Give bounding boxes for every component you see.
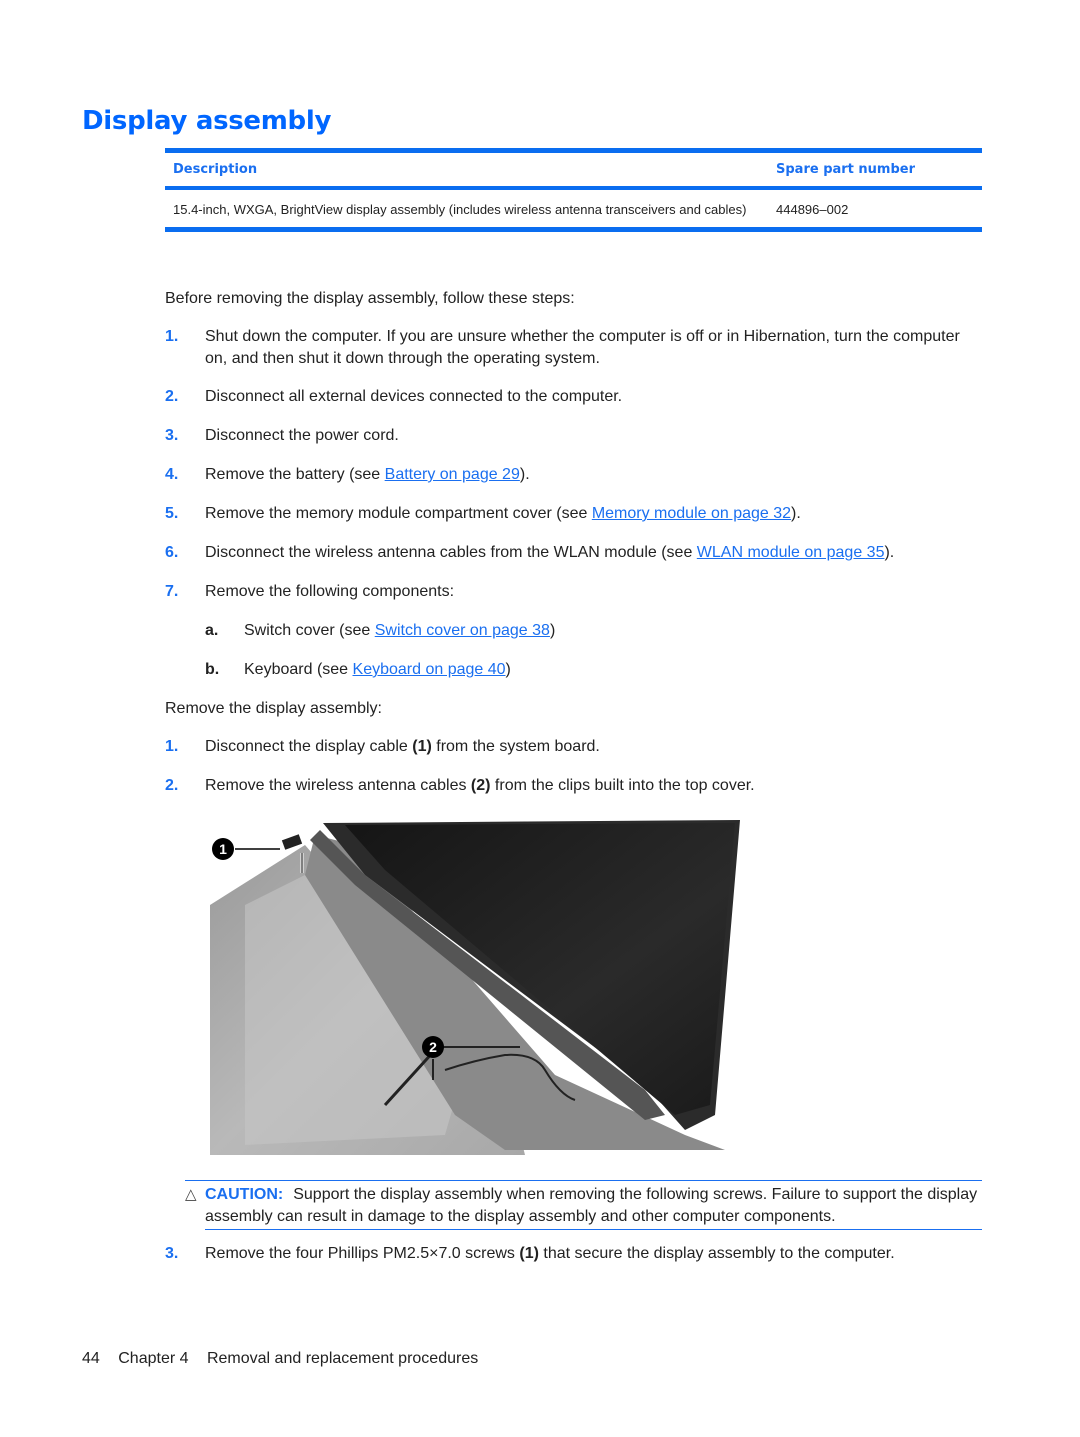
step-number: 7. (165, 583, 179, 600)
table-rule-bottom (165, 227, 982, 232)
intro-text: Before removing the display assembly, fo… (165, 290, 575, 307)
step-text: Disconnect all external devices connecte… (205, 388, 623, 405)
text-segment: Disconnect the display cable (205, 738, 413, 755)
cell-part-number: 444896–002 (776, 202, 849, 217)
prep-step-3: 3. Disconnect the power cord. (165, 425, 985, 447)
caution-triangle-icon: △ (185, 1186, 197, 1203)
step-number: 2. (165, 777, 179, 794)
page-number: 44 (82, 1350, 100, 1367)
laptop-illustration: 1 2 (210, 820, 740, 1155)
link-memory-module[interactable]: Memory module on page 32 (592, 505, 791, 522)
step-text: Shut down the computer. If you are unsur… (205, 328, 960, 367)
prep-step-4: 4. Remove the battery (see Battery on pa… (165, 464, 985, 486)
link-keyboard[interactable]: Keyboard on page 40 (353, 661, 506, 678)
text-segment: ) (505, 661, 511, 678)
text-segment: that secure the display assembly to the … (538, 1245, 895, 1262)
callout-ref: (2) (470, 777, 491, 794)
step-text: Disconnect the power cord. (205, 427, 399, 444)
caution-content: △ CAUTION: Support the display assembly w… (185, 1181, 982, 1228)
prep-step-5: 5. Remove the memory module compartment … (165, 503, 985, 525)
page-footer: 44 Chapter 4 Removal and replacement pro… (82, 1350, 492, 1368)
table-header-row: Description Spare part number (165, 153, 982, 186)
step-text: Remove the battery (see Battery on page … (205, 464, 530, 486)
remove-intro-text: Remove the display assembly: (165, 700, 382, 717)
text-segment: from the clips built into the top cover. (490, 777, 755, 794)
prep-step-1: 1. Shut down the computer. If you are un… (165, 326, 985, 370)
text-segment: Switch cover (see (244, 622, 375, 639)
prep-step-6: 6. Disconnect the wireless antenna cable… (165, 542, 985, 564)
step-number: 1. (165, 328, 179, 345)
step-number: 1. (165, 738, 179, 755)
sub-step-letter: a. (205, 622, 219, 639)
text-segment: Remove the memory module compartment cov… (205, 505, 592, 522)
chapter-label: Chapter 4 (118, 1350, 189, 1367)
text-segment: ) (549, 622, 556, 639)
step-number: 3. (165, 1245, 179, 1262)
caution-notice: △ CAUTION: Support the display assembly w… (185, 1180, 982, 1230)
callout-ref: (1) (412, 738, 432, 755)
step-text: Remove the four Phillips PM2.5×7.0 screw… (205, 1243, 895, 1265)
text-segment: Remove the battery (see (205, 466, 385, 483)
prep-step-7: 7. Remove the following components: (165, 581, 985, 603)
display-assembly-photo: 1 2 (205, 815, 750, 1155)
display-cable-connector (281, 834, 303, 850)
step-text: Remove the wireless antenna cables (2) f… (205, 775, 755, 797)
step-text: Switch cover (see Switch cover on page 3… (244, 620, 555, 642)
step-number: 4. (165, 466, 179, 483)
text-segment: Remove the wireless antenna cables (205, 777, 471, 794)
spare-parts-table: Description Spare part number 15.4-inch,… (165, 148, 982, 232)
text-segment: Disconnect the wireless antenna cables f… (205, 544, 697, 561)
step-number: 6. (165, 544, 179, 561)
column-header-description: Description (173, 162, 258, 177)
link-battery[interactable]: Battery on page 29 (385, 466, 520, 483)
step-number: 3. (165, 427, 179, 444)
step-text: Remove the memory module compartment cov… (205, 503, 801, 525)
step-number: 5. (165, 505, 179, 522)
callout-1-label: 1 (219, 841, 227, 857)
prep-step-2: 2. Disconnect all external devices conne… (165, 386, 985, 408)
link-switch-cover[interactable]: Switch cover on page 38 (375, 622, 550, 639)
caution-text: Support the display assembly when removi… (205, 1186, 978, 1225)
column-header-part-number: Spare part number (776, 162, 916, 177)
remove-step-1: 1. Disconnect the display cable (1) from… (165, 736, 985, 758)
sub-step-a: a. Switch cover (see Switch cover on pag… (205, 620, 555, 642)
cell-description: 15.4-inch, WXGA, BrightView display asse… (173, 202, 747, 217)
callout-2-label: 2 (429, 1039, 437, 1055)
page-title: Display assembly (82, 106, 332, 136)
step-number: 2. (165, 388, 179, 405)
link-wlan-module[interactable]: WLAN module on page 35 (697, 544, 885, 561)
text-segment: Keyboard (see (244, 661, 353, 678)
caution-rule-bottom (205, 1229, 982, 1230)
text-segment: ). (884, 544, 895, 561)
sub-step-b: b. Keyboard (see Keyboard on page 40) (205, 659, 511, 681)
step-text: Disconnect the display cable (1) from th… (205, 736, 600, 758)
step-text: Keyboard (see Keyboard on page 40) (244, 659, 511, 681)
text-segment: Remove the four Phillips PM2.5×7.0 screw… (205, 1245, 520, 1262)
text-segment: ). (519, 466, 530, 483)
chapter-title: Removal and replacement procedures (206, 1350, 479, 1367)
step-text: Remove the following components: (205, 583, 455, 600)
text-segment: ). (791, 505, 801, 522)
sub-step-letter: b. (205, 661, 220, 678)
remove-step-3: 3. Remove the four Phillips PM2.5×7.0 sc… (165, 1243, 985, 1265)
callout-ref: (1) (519, 1245, 539, 1262)
remove-step-2: 2. Remove the wireless antenna cables (2… (165, 775, 985, 797)
step-text: Disconnect the wireless antenna cables f… (205, 542, 894, 564)
caution-label: CAUTION: (205, 1186, 284, 1203)
caution-body: CAUTION: Support the display assembly whe… (205, 1184, 982, 1228)
text-segment: from the system board. (431, 738, 600, 755)
table-row: 15.4-inch, WXGA, BrightView display asse… (165, 190, 982, 227)
